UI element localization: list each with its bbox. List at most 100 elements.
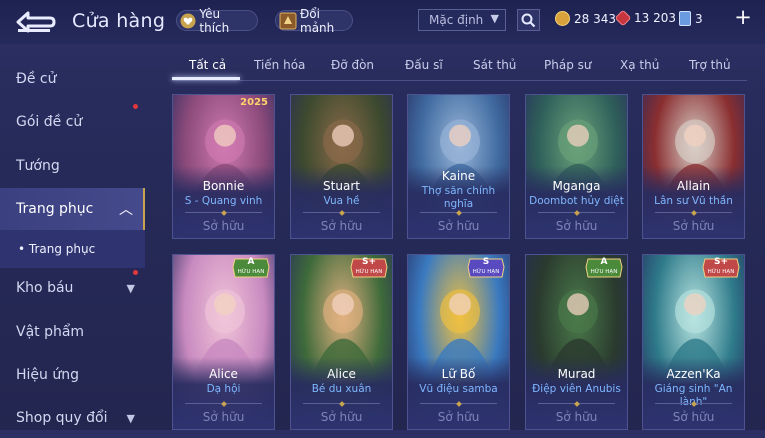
skin-name: Lân sư Vũ thần	[654, 195, 733, 207]
hero-name: Mganga	[552, 179, 601, 193]
fragment-exchange-icon	[279, 12, 297, 30]
sidebar-item-items[interactable]: Vật phẩm	[0, 312, 145, 352]
tab-support[interactable]: Trợ thủ	[689, 58, 731, 72]
skin-card[interactable]: Stuart Vua hề Sở hữu	[290, 94, 393, 239]
hero-name: Murad	[557, 367, 596, 381]
gold-currency: 28 343	[555, 11, 616, 26]
tab-tank[interactable]: Đỡ đòn	[331, 58, 374, 72]
sidebar-item-effects[interactable]: Hiệu ứng	[0, 355, 145, 395]
skin-card[interactable]: S+ HỮU HẠNAzzen'KaGiáng sinh "An lành"Sở…	[642, 254, 745, 430]
badge-grade: A	[600, 257, 608, 267]
owned-status: Sở hữu	[672, 219, 715, 233]
add-currency-button[interactable]: +	[734, 7, 752, 28]
skin-card[interactable]: Allain Lân sư Vũ thần Sở hữu	[642, 94, 745, 239]
badge-label: HỮU HẠN	[590, 269, 618, 275]
voucher-icon	[679, 11, 691, 26]
limited-badge: A HỮU HẠN	[584, 257, 624, 279]
skin-card[interactable]: S HỮU HẠN Lữ Bố Vũ điệu samba Sở hữu	[407, 254, 510, 430]
hero-name: Stuart	[323, 179, 360, 193]
sidebar-item-label: Vật phẩm	[16, 324, 85, 340]
hero-name: Alice	[209, 367, 238, 381]
badge-label: HỮU HẠN	[707, 269, 735, 275]
skin-card[interactable]: S+ HỮU HẠN Alice Bé du xuân Sở hữu	[290, 254, 393, 430]
sidebar-item-recommended[interactable]: Đề cử	[0, 59, 145, 99]
category-tabs: Tất cả Tiến hóa Đỡ đòn Đấu sĩ Sát thủ Ph…	[172, 52, 747, 81]
notification-dot	[133, 104, 138, 109]
back-arrow-icon	[16, 11, 56, 33]
badge-grade: S+	[713, 257, 729, 267]
sort-dropdown[interactable]: Mặc định ▼	[418, 9, 506, 31]
notification-dot	[133, 270, 138, 275]
limited-badge: S+ HỮU HẠN	[349, 257, 389, 279]
tab-mage[interactable]: Pháp sư	[544, 58, 591, 72]
page-title: Cửa hàng	[72, 10, 166, 32]
skin-name: S - Quang vinh	[184, 195, 263, 207]
skin-name: Doombot hủy diệt	[529, 195, 624, 207]
sidebar: Đề cử Gói đề cử Tướng Trang phục ︿ • Tra…	[0, 44, 150, 430]
gold-amount: 28 343	[574, 11, 616, 26]
hero-name: Azzen'Ka	[666, 367, 721, 381]
hero-name: Bonnie	[202, 179, 245, 193]
limited-badge: S+ HỮU HẠN	[701, 257, 741, 279]
owned-status: Sở hữu	[555, 410, 598, 424]
skin-name: Dạ hội	[206, 383, 241, 395]
chevron-down-icon: ▼	[490, 12, 499, 25]
skin-name: Điệp viên Anubis	[532, 383, 621, 395]
top-bar: Cửa hàng Yêu thích Đổi mảnh Mặc định ▼ 2…	[0, 0, 765, 44]
owned-status: Sở hữu	[437, 219, 480, 233]
badge-grade: S	[482, 257, 490, 267]
sidebar-item-exchange-shop[interactable]: Shop quy đổi ▼	[0, 398, 145, 438]
owned-status: Sở hữu	[202, 219, 245, 233]
voucher-currency: 3	[679, 11, 703, 26]
skin-card[interactable]: Kaine Thợ săn chính nghĩa Sở hữu	[407, 94, 510, 239]
year-tag: 2025	[240, 97, 268, 108]
limited-badge: S HỮU HẠN	[466, 257, 506, 279]
sidebar-item-label: Trang phục	[16, 201, 94, 217]
skin-name: Vũ điệu samba	[419, 383, 498, 395]
hero-name: Lữ Bố	[441, 367, 476, 381]
sidebar-item-treasure[interactable]: Kho báu ▼	[0, 268, 145, 308]
exchange-fragments-label: Đổi mảnh	[300, 6, 335, 35]
gold-coin-icon	[555, 11, 570, 26]
owned-status: Sở hữu	[437, 410, 480, 424]
tab-assassin[interactable]: Sát thủ	[473, 58, 516, 72]
sidebar-item-label: • Trang phục	[18, 242, 96, 256]
badge-label: HỮU HẠN	[355, 269, 383, 275]
badge-label: HỮU HẠN	[237, 269, 265, 275]
sidebar-item-recommended-packs[interactable]: Gói đề cử	[0, 102, 145, 142]
search-button[interactable]	[517, 9, 540, 31]
owned-status: Sở hữu	[555, 219, 598, 233]
back-button[interactable]	[14, 9, 58, 35]
tab-evolution[interactable]: Tiến hóa	[254, 58, 305, 72]
chevron-up-icon: ︿	[119, 202, 133, 218]
sidebar-subitem-skins[interactable]: • Trang phục	[0, 230, 145, 268]
sidebar-item-skins[interactable]: Trang phục ︿	[0, 188, 145, 230]
sidebar-item-heroes[interactable]: Tướng	[0, 146, 145, 186]
owned-status: Sở hữu	[320, 219, 363, 233]
tab-marksman[interactable]: Xạ thủ	[620, 58, 659, 72]
skin-card[interactable]: A HỮU HẠN Murad Điệp viên Anubis Sở hữu	[525, 254, 628, 430]
badge-grade: S+	[361, 257, 377, 267]
gem-amount: 13 203	[634, 11, 676, 25]
chevron-down-icon: ▼	[126, 281, 135, 295]
sidebar-item-label: Gói đề cử	[16, 114, 83, 130]
sidebar-item-label: Shop quy đổi	[16, 410, 108, 426]
heart-icon	[180, 12, 196, 30]
owned-status: Sở hữu	[202, 410, 245, 424]
exchange-fragments-button[interactable]: Đổi mảnh	[275, 7, 353, 35]
skin-name: Thợ săn chính nghĩa	[421, 185, 496, 210]
skin-card[interactable]: 2025 Bonnie S - Quang vinh Sở hữu	[172, 94, 275, 239]
favorites-label: Yêu thích	[199, 6, 230, 35]
search-icon	[521, 13, 536, 27]
skin-card[interactable]: A HỮU HẠN Alice Dạ hội Sở hữu	[172, 254, 275, 430]
favorites-button[interactable]: Yêu thích	[176, 7, 258, 35]
active-tab-indicator	[172, 77, 240, 80]
tab-fighter[interactable]: Đấu sĩ	[405, 58, 443, 72]
tab-all[interactable]: Tất cả	[189, 58, 226, 72]
skin-card[interactable]: Mganga Doombot hủy diệt Sở hữu	[525, 94, 628, 239]
owned-status: Sở hữu	[320, 410, 363, 424]
skin-name: Bé du xuân	[311, 383, 372, 395]
sidebar-item-label: Tướng	[16, 158, 60, 174]
owned-status: Sở hữu	[672, 410, 715, 424]
skin-name: Vua hề	[323, 195, 360, 207]
